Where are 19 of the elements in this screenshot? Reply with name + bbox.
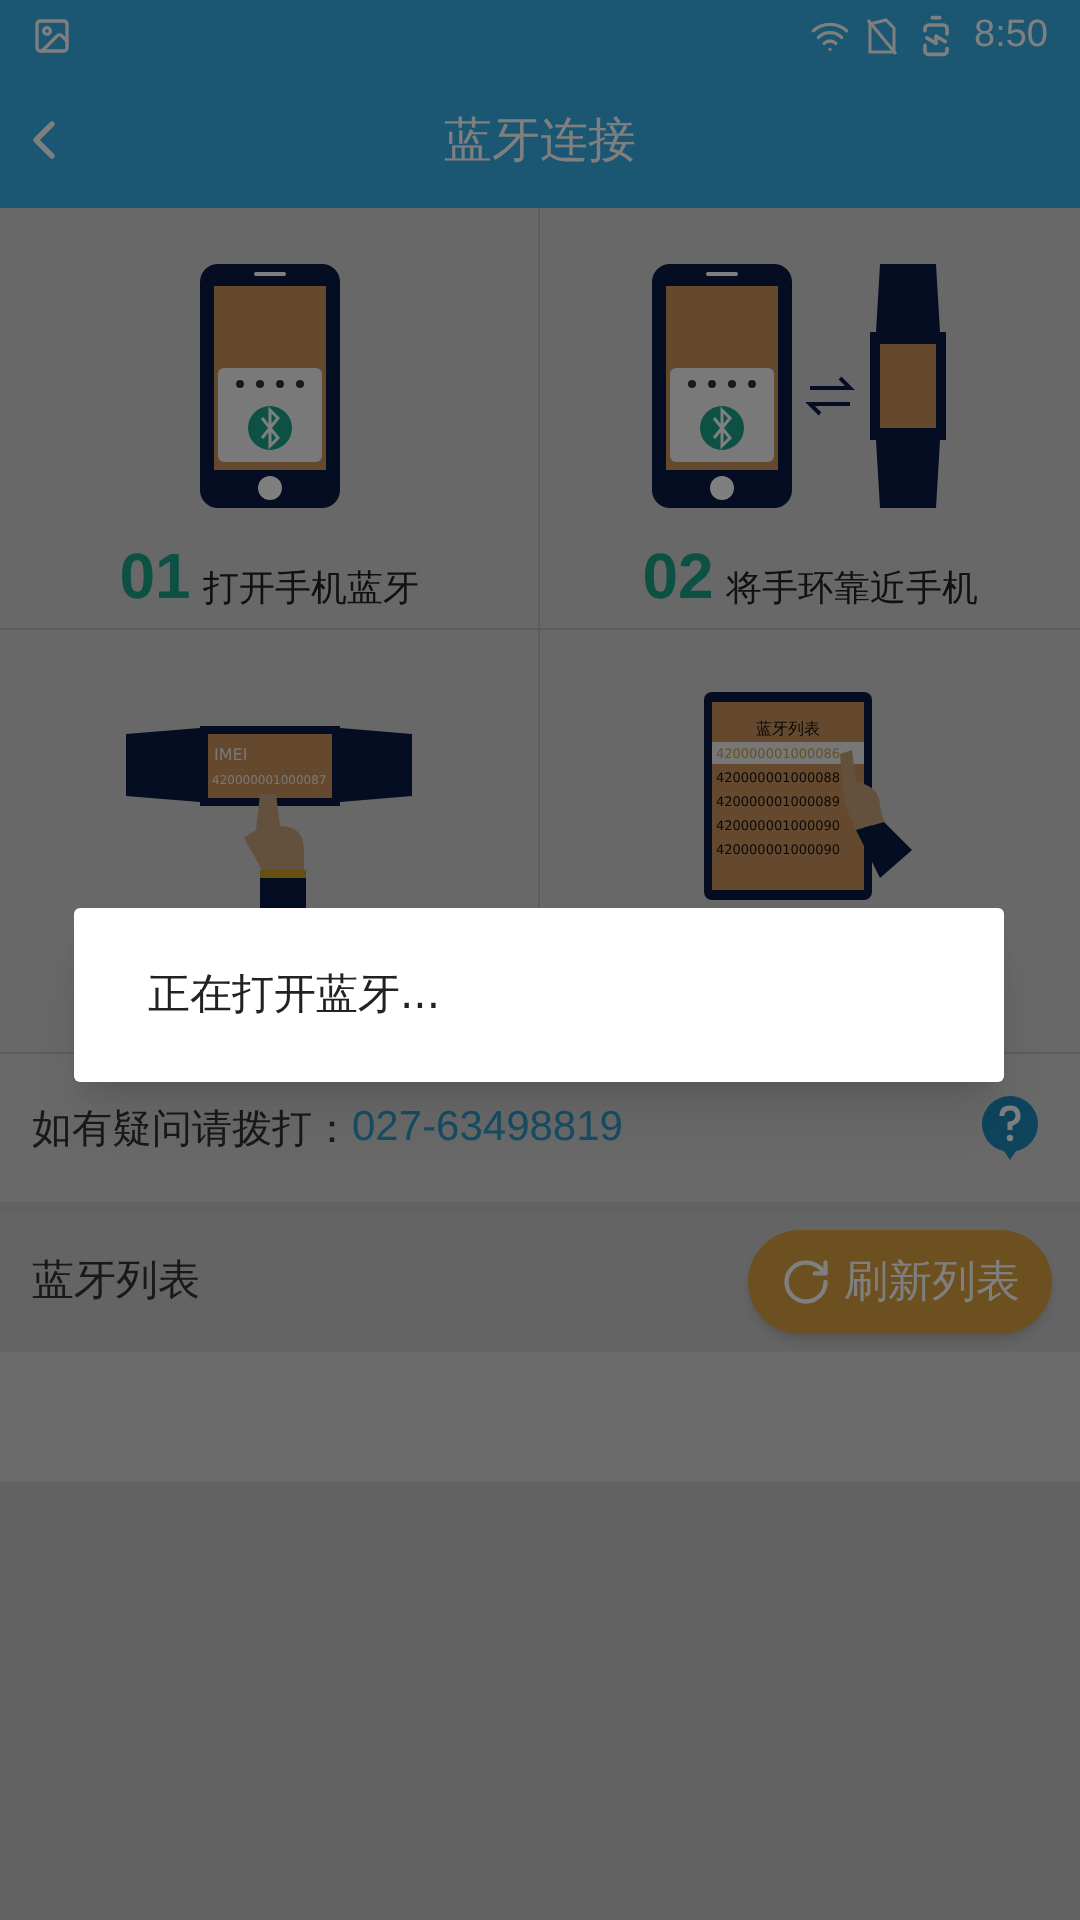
hotline-number[interactable]: 027-63498819 bbox=[352, 1096, 623, 1160]
refresh-icon bbox=[780, 1256, 832, 1308]
band-screen-title: IMEI bbox=[213, 746, 247, 764]
pointing-hand-drawing bbox=[840, 750, 912, 878]
status-time: 8:50 bbox=[974, 11, 1048, 60]
step-number: 02 bbox=[642, 544, 714, 608]
step-caption: 将手环靠近手机 bbox=[725, 572, 978, 608]
header-title: 蓝牙连接 bbox=[444, 110, 636, 172]
refresh-list-button[interactable]: 刷新列表 bbox=[748, 1230, 1052, 1334]
no-sim-icon bbox=[866, 16, 899, 56]
swap-arrows-icon bbox=[805, 376, 855, 416]
step-number: 01 bbox=[119, 544, 191, 608]
step-caption: 打开手机蓝牙 bbox=[202, 572, 419, 608]
help-icon[interactable] bbox=[980, 1096, 1040, 1160]
dialog-message: 正在打开蓝牙... bbox=[148, 967, 441, 1022]
bluetooth-list-title: 蓝牙列表 bbox=[32, 1254, 200, 1309]
hotline-label: 如有疑问请拨打： bbox=[32, 1102, 352, 1156]
image-icon bbox=[32, 16, 72, 56]
list-title: 蓝牙列表 bbox=[756, 720, 820, 738]
